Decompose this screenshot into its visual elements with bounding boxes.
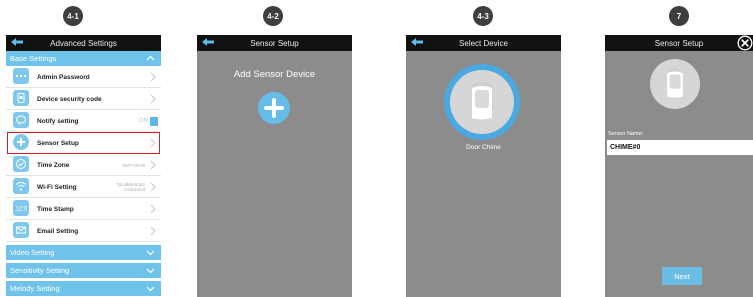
page-title: Select Device xyxy=(459,38,508,48)
section-melody-setting[interactable]: Melody Setting xyxy=(6,281,161,296)
chevron-right-icon xyxy=(150,94,156,104)
screen-select-device: Select Device Door Chime xyxy=(406,35,561,297)
list-item-device-security-code[interactable]: Device security code xyxy=(6,88,161,110)
screen-body: Sensor Name: CHIME#0 Next xyxy=(605,51,753,297)
add-sensor-label: Add Sensor Device xyxy=(233,69,316,80)
list-item-time-stamp[interactable]: 12:0 Time Stamp xyxy=(6,198,161,220)
item-label: Notify setting xyxy=(37,117,79,125)
toggle-knob xyxy=(150,116,158,126)
chevron-down-icon xyxy=(146,250,155,256)
toggle-label: ON xyxy=(139,118,148,124)
page-title: Sensor Setup xyxy=(654,38,704,48)
list-item-wifi-setting[interactable]: Wi-Fi Setting TpLinkNetCam Connected xyxy=(6,176,161,198)
chevron-up-icon xyxy=(146,55,155,61)
step-badge-7: 7 xyxy=(669,6,689,26)
screen-sensor-setup: Sensor Setup Add Sensor Device xyxy=(197,35,352,297)
add-sensor-button[interactable] xyxy=(258,92,290,124)
screen-body: Door Chime xyxy=(406,51,561,297)
section-label: Melody Setting xyxy=(10,284,60,293)
item-value: TpLinkNetCam Connected xyxy=(116,182,145,192)
list-item-admin-password[interactable]: Admin Password xyxy=(6,66,161,88)
notify-toggle[interactable]: ON xyxy=(139,116,158,126)
sensor-setup-highlight xyxy=(7,132,160,154)
plus-icon xyxy=(264,98,284,118)
sensor-name-label: Sensor Name: xyxy=(608,131,644,137)
screen-advanced-settings: Advanced Settings Base Settings Admin Pa… xyxy=(6,35,161,297)
item-label: Time Stamp xyxy=(37,205,74,213)
step-badge-4-3: 4-3 xyxy=(473,6,493,26)
mail-icon xyxy=(13,222,29,238)
page-title: Advanced Settings xyxy=(50,38,117,48)
page-title: Sensor Setup xyxy=(250,38,299,48)
device-circle xyxy=(450,70,514,134)
title-bar: Select Device xyxy=(406,35,561,51)
title-bar: Advanced Settings xyxy=(6,35,161,51)
step-badge-4-1: 4-1 xyxy=(63,6,83,26)
title-bar: Sensor Setup xyxy=(605,35,753,51)
title-bar: Sensor Setup xyxy=(197,35,352,51)
section-base-settings[interactable]: Base Settings xyxy=(6,51,161,66)
next-button[interactable]: Next xyxy=(662,267,702,285)
device-circle xyxy=(650,59,700,109)
close-icon[interactable] xyxy=(737,35,753,51)
wifi-icon xyxy=(13,178,29,194)
screen-sensor-name: Sensor Setup Sensor Name: CHIME#0 Next xyxy=(605,35,753,297)
chevron-down-icon xyxy=(146,268,155,274)
chevron-right-icon xyxy=(150,182,156,192)
chevron-down-icon xyxy=(146,286,155,292)
section-label: Video Setting xyxy=(10,248,55,257)
back-arrow-icon[interactable] xyxy=(410,37,424,49)
item-label: Device security code xyxy=(37,95,102,103)
item-label: Email Setting xyxy=(37,227,79,235)
list-item-time-zone[interactable]: Time Zone GMT+08:00 xyxy=(6,154,161,176)
item-value: GMT+08:00 xyxy=(122,162,145,168)
settings-list: Base Settings Admin Password Device secu… xyxy=(6,51,161,297)
sensor-name-input[interactable]: CHIME#0 xyxy=(607,140,753,155)
back-arrow-icon[interactable] xyxy=(10,37,24,49)
screen-body: Add Sensor Device xyxy=(197,51,352,297)
chevron-right-icon xyxy=(150,160,156,170)
chevron-right-icon xyxy=(150,72,156,82)
check-circle-icon xyxy=(13,156,29,172)
back-arrow-icon[interactable] xyxy=(201,37,215,49)
device-label: Door Chime xyxy=(466,144,501,151)
section-video-setting[interactable]: Video Setting xyxy=(6,245,161,260)
door-chime-icon xyxy=(472,81,492,120)
chat-icon xyxy=(13,112,29,128)
list-item-notify-setting[interactable]: Notify setting ON xyxy=(6,110,161,132)
section-label: Sensitivity Setting xyxy=(10,266,70,275)
chevron-right-icon xyxy=(150,204,156,214)
item-label: Time Zone xyxy=(37,161,70,169)
list-item-email-setting[interactable]: Email Setting xyxy=(6,220,161,242)
step-badge-4-2: 4-2 xyxy=(263,6,283,26)
time-icon: 12:0 xyxy=(13,200,29,216)
section-label: Base Settings xyxy=(10,54,57,63)
item-label: Wi-Fi Setting xyxy=(37,183,77,191)
svg-text:12:0: 12:0 xyxy=(16,207,28,213)
dots-icon xyxy=(13,68,29,84)
door-chime-option[interactable] xyxy=(444,64,520,140)
section-sensitivity-setting[interactable]: Sensitivity Setting xyxy=(6,263,161,278)
door-chime-icon xyxy=(667,67,683,98)
chevron-right-icon xyxy=(150,226,156,236)
lock-icon xyxy=(13,90,29,106)
item-label: Admin Password xyxy=(37,73,90,81)
